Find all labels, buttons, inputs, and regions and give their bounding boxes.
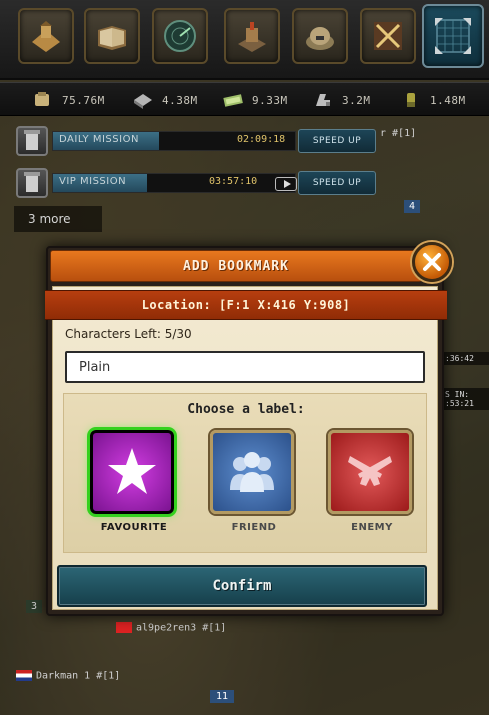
map-player-label[interactable]: r #[1] xyxy=(380,128,416,139)
map-badge-left: 3 xyxy=(26,600,43,613)
resource-oil-value: 3.2M xyxy=(342,93,371,107)
netherlands-flag-icon xyxy=(16,670,32,681)
resource-ammo: 1.48M xyxy=(400,89,466,111)
play-video-icon[interactable] xyxy=(275,177,297,191)
resource-steel-value: 4.38M xyxy=(162,93,198,107)
map-icon[interactable] xyxy=(422,4,484,68)
location-text: Location: [F:1 X:416 Y:908] xyxy=(141,298,351,312)
map-badge-bottom: 11 xyxy=(210,690,235,703)
resource-oil: 3.2M xyxy=(312,89,371,111)
resource-money-value: 9.33M xyxy=(252,93,288,107)
map-player-label-mid[interactable]: al9pe2ren3 #[1] xyxy=(116,622,226,634)
friends-icon xyxy=(230,452,274,492)
steel-icon xyxy=(134,94,152,109)
mission-badge-icon xyxy=(16,126,48,156)
oil-icon xyxy=(316,94,330,106)
close-button[interactable] xyxy=(412,242,452,282)
resource-food: 75.76M xyxy=(32,89,105,111)
label-chooser: Choose a label: FAVOURITE FRIEND ENEMY xyxy=(63,393,427,553)
vip-mission-timer: 03:57:10 xyxy=(209,176,258,187)
headquarters-icon[interactable] xyxy=(18,8,74,64)
label-option-friend[interactable]: FRIEND xyxy=(210,430,298,533)
close-icon xyxy=(423,253,441,271)
vip-mission-row: VIP MISSION 03:57:10 SPEED UP xyxy=(16,168,380,198)
side-timer-label: :36:42 xyxy=(441,352,489,365)
daily-mission-row: DAILY MISSION 02:09:18 SPEED UP xyxy=(16,126,380,156)
resource-ammo-value: 1.48M xyxy=(430,93,466,107)
label-option-favourite[interactable]: FAVOURITE xyxy=(90,430,178,533)
mission-badge-icon xyxy=(16,168,48,198)
ammo-icon xyxy=(407,93,415,107)
resource-steel: 4.38M xyxy=(132,89,198,111)
dialog-title-bar: ADD BOOKMARK xyxy=(50,250,422,282)
favourite-tile[interactable] xyxy=(90,430,174,514)
more-missions-button[interactable]: 3 more xyxy=(14,206,102,232)
add-bookmark-dialog: ADD BOOKMARK Location: [F:1 X:416 Y:908]… xyxy=(45,242,452,616)
resource-food-value: 75.76M xyxy=(62,93,105,107)
friend-label: FRIEND xyxy=(231,522,277,533)
side-status-label: S IN: :53:21 xyxy=(441,388,489,410)
map-player-label-bottom[interactable]: Darkman 1 #[1] xyxy=(16,670,120,682)
bookmark-name-input[interactable] xyxy=(65,351,425,383)
vip-mission-progress-bar[interactable]: VIP MISSION 03:57:10 xyxy=(52,173,297,193)
book-icon[interactable] xyxy=(84,8,140,64)
enemy-label: ENEMY xyxy=(351,522,393,533)
daily-mission-label: DAILY MISSION xyxy=(59,134,139,145)
money-icon xyxy=(223,94,243,107)
battle-icon[interactable] xyxy=(360,8,416,64)
characters-left: Characters Left: 5/30 xyxy=(65,327,192,341)
build-icon[interactable] xyxy=(224,8,280,64)
dialog-title: ADD BOOKMARK xyxy=(183,258,289,274)
label-option-enemy[interactable]: ENEMY xyxy=(328,430,416,533)
bunker-icon[interactable] xyxy=(292,8,348,64)
top-navigation-bar xyxy=(0,0,489,80)
daily-mission-progress-bar[interactable]: DAILY MISSION 02:09:18 xyxy=(52,131,296,151)
confirm-label: Confirm xyxy=(212,578,272,594)
daily-mission-speed-up-button[interactable]: SPEED UP xyxy=(298,129,376,153)
radar-icon[interactable] xyxy=(152,8,208,64)
vip-mission-label: VIP MISSION xyxy=(59,176,127,187)
star-icon xyxy=(108,448,156,494)
dialog-body: Location: [F:1 X:416 Y:908] Characters L… xyxy=(45,286,447,610)
turkey-flag-icon xyxy=(116,622,132,633)
enemy-tile[interactable] xyxy=(328,430,412,514)
location-banner: Location: [F:1 X:416 Y:908] xyxy=(45,290,447,320)
choose-label-heading: Choose a label: xyxy=(187,402,305,417)
resource-money: 9.33M xyxy=(222,89,288,111)
food-icon xyxy=(35,92,49,106)
crossed-pistols-icon xyxy=(348,456,392,486)
map-marker-number[interactable]: 4 xyxy=(404,200,421,213)
vip-mission-speed-up-button[interactable]: SPEED UP xyxy=(298,171,376,195)
friend-tile[interactable] xyxy=(210,430,294,514)
favourite-label: FAVOURITE xyxy=(100,522,168,533)
confirm-button[interactable]: Confirm xyxy=(57,565,427,607)
resources-bar: 75.76M 4.38M 9.33M 3.2M 1.48M xyxy=(0,82,489,116)
daily-mission-timer: 02:09:18 xyxy=(237,134,286,145)
